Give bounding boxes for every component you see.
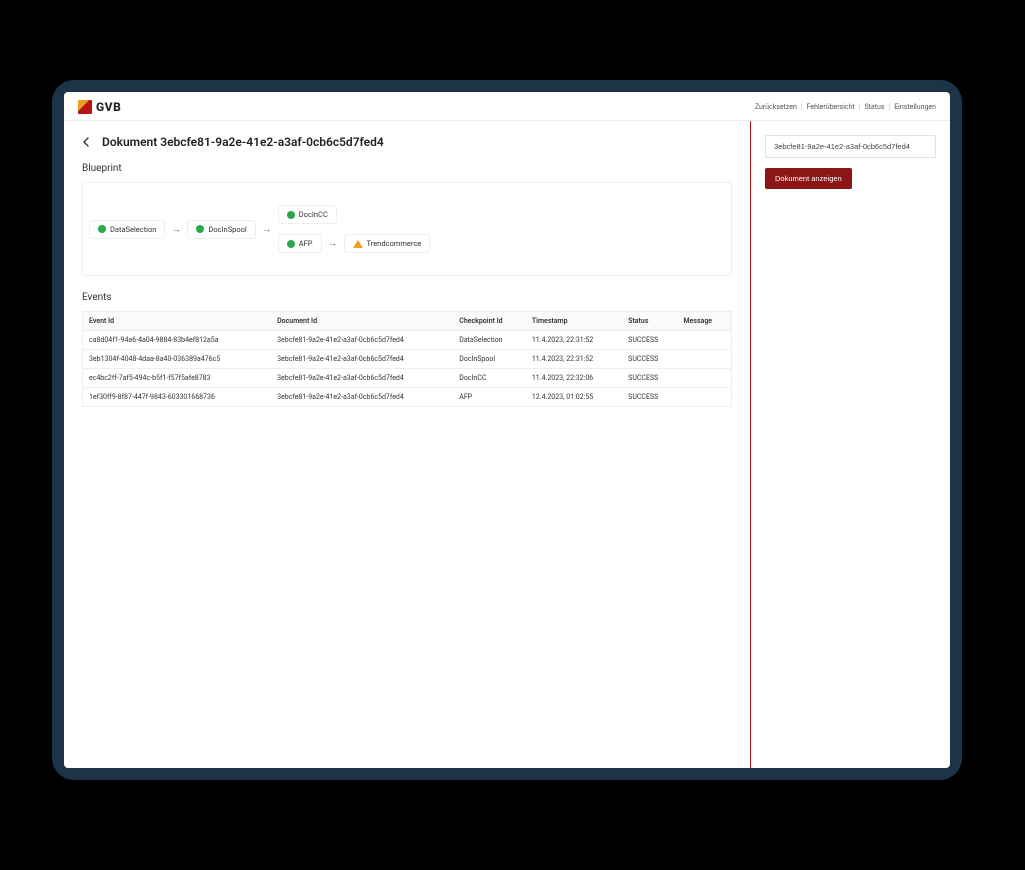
col-document-id: Document Id: [271, 312, 453, 331]
nav-separator: |: [888, 103, 890, 111]
cell-status: SUCCESS: [622, 350, 677, 369]
cell-checkpoint: DocInCC: [453, 369, 526, 388]
check-circle-icon: [287, 211, 295, 219]
blueprint-flow: DataSelection → DocInSpool →: [89, 205, 725, 253]
cell-event-id: ca8d04f1-94a6-4a04-9884-83b4ef812a5a: [83, 331, 272, 350]
col-message: Message: [677, 312, 731, 331]
events-header-row: Event Id Document Id Checkpoint Id Times…: [83, 312, 732, 331]
blueprint-heading: Blueprint: [82, 163, 732, 174]
cell-status: SUCCESS: [622, 388, 677, 407]
cell-message: [677, 388, 731, 407]
nav-separator: |: [801, 103, 803, 111]
check-circle-icon: [287, 240, 295, 248]
nav-separator: |: [859, 103, 861, 111]
events-tbody: ca8d04f1-94a6-4a04-9884-83b4ef812a5a 3eb…: [83, 331, 732, 407]
col-checkpoint: Checkpoint Id: [453, 312, 526, 331]
check-circle-icon: [196, 225, 204, 233]
cell-checkpoint: DocInSpool: [453, 350, 526, 369]
cell-message: [677, 350, 731, 369]
cell-timestamp: 11.4.2023, 22:31:52: [526, 331, 622, 350]
cell-status: SUCCESS: [622, 369, 677, 388]
cell-checkpoint: DataSelection: [453, 331, 526, 350]
blueprint-node-label: AFP: [299, 239, 313, 248]
cell-timestamp: 12.4.2023, 01:02:55: [526, 388, 622, 407]
events-table: Event Id Document Id Checkpoint Id Times…: [82, 311, 732, 407]
table-row[interactable]: 3eb1304f-4048-4daa-8a40-036389a476c5 3eb…: [83, 350, 732, 369]
blueprint-branch-bottom: AFP → Trendcommerce: [278, 234, 431, 253]
nav-reset-link[interactable]: Zurücksetzen: [755, 103, 797, 111]
table-row[interactable]: ec4bc2ff-7af5-494c-b5f1-f57f5afe8783 3eb…: [83, 369, 732, 388]
cell-document-id: 3ebcfe81-9a2e-41e2-a3af-0cb6c5d7fed4: [271, 369, 453, 388]
cell-event-id: 1ef30ff9-8f87-447f-9843-603301668736: [83, 388, 272, 407]
show-document-button[interactable]: Dokument anzeigen: [765, 168, 852, 189]
cell-document-id: 3ebcfe81-9a2e-41e2-a3af-0cb6c5d7fed4: [271, 350, 453, 369]
col-status: Status: [622, 312, 677, 331]
blueprint-branch-top: DocInCC: [278, 205, 431, 224]
document-id-input[interactable]: [765, 135, 936, 158]
content-area: Dokument 3ebcfe81-9a2e-41e2-a3af-0cb6c5d…: [64, 121, 950, 768]
page-title: Dokument 3ebcfe81-9a2e-41e2-a3af-0cb6c5d…: [102, 135, 384, 149]
blueprint-node-label: DocInCC: [299, 210, 328, 219]
events-heading: Events: [82, 292, 732, 303]
blueprint-node-trendcommerce[interactable]: Trendcommerce: [344, 234, 431, 253]
cell-timestamp: 11.4.2023, 22:31:52: [526, 350, 622, 369]
blueprint-node-label: DataSelection: [110, 225, 156, 234]
topbar: GVB Zurücksetzen | Fehlerübersicht | Sta…: [64, 92, 950, 121]
nav-status-link[interactable]: Status: [864, 103, 884, 111]
cell-message: [677, 331, 731, 350]
cell-status: SUCCESS: [622, 331, 677, 350]
table-row[interactable]: 1ef30ff9-8f87-447f-9843-603301668736 3eb…: [83, 388, 732, 407]
back-icon[interactable]: [82, 137, 92, 147]
cell-event-id: ec4bc2ff-7af5-494c-b5f1-f57f5afe8783: [83, 369, 272, 388]
main-column: Dokument 3ebcfe81-9a2e-41e2-a3af-0cb6c5d…: [64, 121, 750, 768]
warning-triangle-icon: [353, 240, 363, 248]
blueprint-node-docincc[interactable]: DocInCC: [278, 205, 337, 224]
table-row[interactable]: ca8d04f1-94a6-4a04-9884-83b4ef812a5a 3eb…: [83, 331, 732, 350]
app-screen: GVB Zurücksetzen | Fehlerübersicht | Sta…: [64, 92, 950, 768]
side-panel: Dokument anzeigen: [750, 121, 950, 768]
cell-checkpoint: AFP: [453, 388, 526, 407]
cell-document-id: 3ebcfe81-9a2e-41e2-a3af-0cb6c5d7fed4: [271, 331, 453, 350]
check-circle-icon: [98, 225, 106, 233]
col-timestamp: Timestamp: [526, 312, 622, 331]
cell-event-id: 3eb1304f-4048-4daa-8a40-036389a476c5: [83, 350, 272, 369]
blueprint-node-dataselection[interactable]: DataSelection: [89, 220, 165, 239]
cell-document-id: 3ebcfe81-9a2e-41e2-a3af-0cb6c5d7fed4: [271, 388, 453, 407]
nav-settings-link[interactable]: Einstellungen: [894, 103, 936, 111]
arrow-right-icon: →: [322, 238, 344, 249]
nav-errors-link[interactable]: Fehlerübersicht: [807, 103, 855, 111]
arrow-right-icon: →: [256, 224, 278, 235]
brand: GVB: [78, 100, 121, 114]
col-event-id: Event Id: [83, 312, 272, 331]
blueprint-branch-column: DocInCC AFP →: [278, 205, 431, 253]
cell-message: [677, 369, 731, 388]
brand-name: GVB: [96, 100, 121, 114]
blueprint-panel: DataSelection → DocInSpool →: [82, 182, 732, 276]
brand-logo-icon: [78, 100, 92, 114]
cell-timestamp: 11.4.2023, 22:32:06: [526, 369, 622, 388]
page-title-row: Dokument 3ebcfe81-9a2e-41e2-a3af-0cb6c5d…: [82, 135, 732, 149]
device-frame: GVB Zurücksetzen | Fehlerübersicht | Sta…: [52, 80, 962, 780]
blueprint-node-docinspool[interactable]: DocInSpool: [187, 220, 255, 239]
blueprint-node-label: DocInSpool: [208, 225, 246, 234]
blueprint-node-label: Trendcommerce: [367, 239, 422, 248]
blueprint-node-afp[interactable]: AFP: [278, 234, 322, 253]
topnav: Zurücksetzen | Fehlerübersicht | Status …: [755, 103, 936, 111]
arrow-right-icon: →: [165, 224, 187, 235]
